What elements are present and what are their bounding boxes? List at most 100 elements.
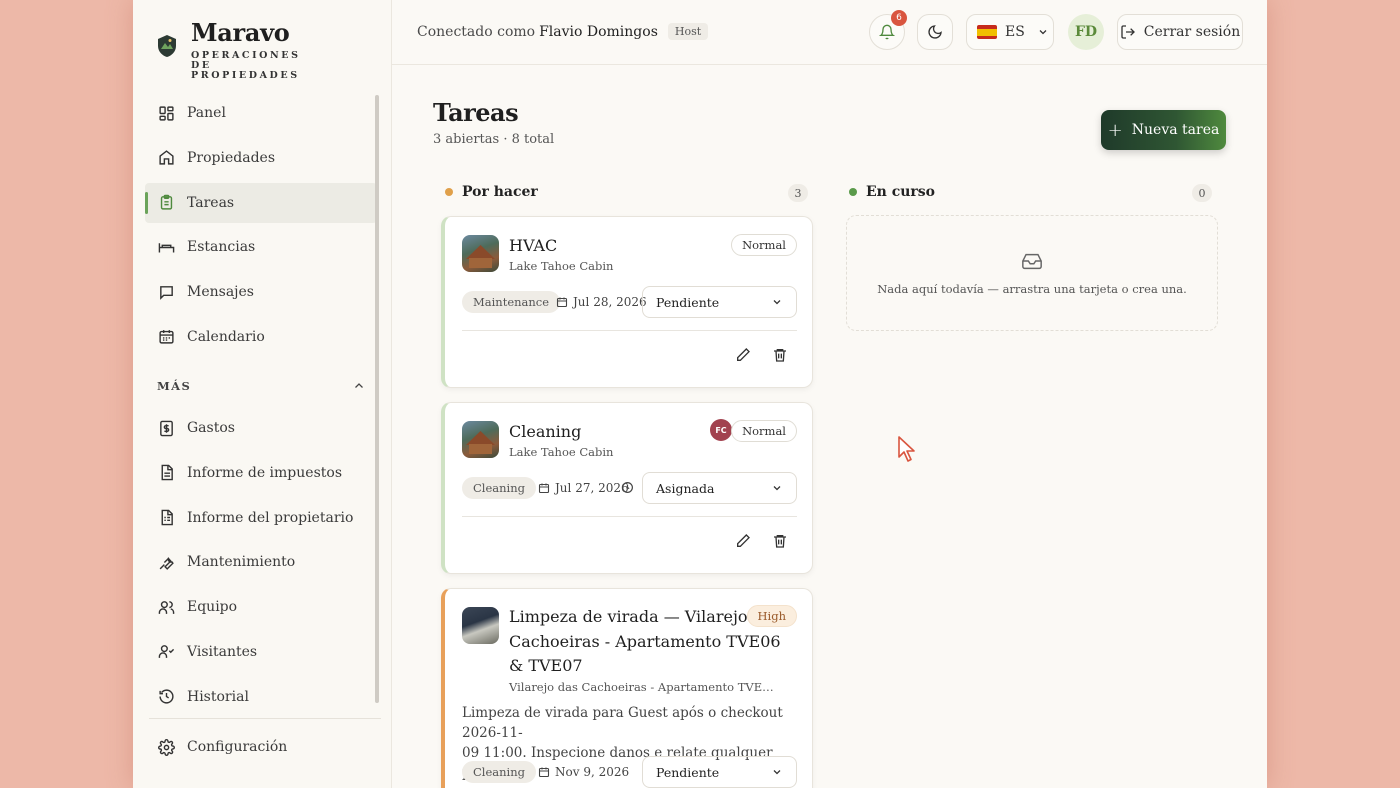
sidebar-item-calendar[interactable]: Calendario (145, 317, 377, 357)
task-card[interactable]: Limpeza de virada — Vilarejo das Cachoei… (441, 588, 813, 788)
language-code: ES (1005, 24, 1025, 40)
logout-label: Cerrar sesión (1143, 24, 1241, 40)
sidebar-item-label: Gastos (187, 420, 235, 436)
mouse-cursor-icon (898, 436, 915, 462)
property-thumbnail (462, 421, 499, 458)
empty-column-dropzone[interactable]: Nada aquí todavía — arrastra una tarjeta… (846, 215, 1218, 331)
brand[interactable]: Maravo OPERACIONES DE PROPIEDADES (157, 20, 311, 81)
top-bar: Conectado como Flavio Domingos Host 6 ES… (392, 0, 1267, 65)
clipboard-icon (157, 194, 175, 212)
sidebar-item-label: Calendario (187, 328, 265, 345)
more-nav: Gastos Informe de impuestos Informe del … (145, 408, 377, 722)
notifications-button[interactable]: 6 (869, 10, 907, 50)
clock-icon (621, 481, 634, 494)
due-date-text: Jul 28, 2026 (573, 295, 647, 309)
task-title: Cleaning (509, 422, 582, 441)
sidebar-item-label: Informe del propietario (187, 509, 354, 526)
status-select[interactable]: Pendiente (642, 286, 797, 318)
more-section-toggle[interactable]: MÁS (157, 379, 365, 393)
status-dot (445, 188, 453, 196)
page-title: Tareas (433, 98, 519, 127)
status-select[interactable]: Asignada (642, 472, 797, 504)
chevron-down-icon (773, 770, 781, 775)
due-date: Nov 9, 2026 (538, 765, 629, 779)
notification-count-badge: 6 (891, 10, 907, 26)
sidebar-item-team[interactable]: Equipo (145, 587, 377, 627)
grid-icon (157, 104, 175, 122)
sidebar-item-panel[interactable]: Panel (145, 93, 377, 133)
users-icon (157, 598, 175, 616)
chevron-down-icon (773, 486, 781, 491)
new-task-button[interactable]: + Nueva tarea (1101, 110, 1226, 150)
sidebar-item-maintenance[interactable]: Mantenimiento (145, 542, 377, 582)
property-thumbnail (462, 235, 499, 272)
settings-nav: Configuración (145, 727, 377, 772)
delete-button[interactable] (772, 347, 788, 363)
logout-icon (1120, 24, 1136, 40)
sidebar-item-expenses[interactable]: Gastos (145, 408, 377, 448)
assignee-avatar[interactable]: FC (710, 419, 732, 441)
calendar-icon (538, 766, 550, 778)
due-date-text: Jul 27, 2026 (555, 481, 629, 495)
bed-icon (157, 238, 175, 256)
sidebar-item-settings[interactable]: Configuración (145, 727, 377, 767)
status-select[interactable]: Pendiente (642, 756, 797, 788)
plus-icon: + (1107, 119, 1123, 141)
sidebar-item-label: Panel (187, 105, 226, 121)
chevron-up-icon (355, 383, 363, 388)
task-title-line: Cachoeiras - Apartamento TVE06 (509, 631, 781, 651)
sidebar-scrollbar[interactable] (375, 95, 379, 703)
moon-icon (928, 25, 942, 39)
due-date-text: Nov 9, 2026 (555, 765, 630, 779)
property-thumbnail (462, 607, 499, 644)
message-icon (157, 283, 175, 301)
card-divider (462, 516, 797, 517)
bell-icon (879, 24, 895, 40)
wrench-icon (157, 553, 175, 571)
sidebar-item-stays[interactable]: Estancias (145, 227, 377, 267)
gear-icon (157, 738, 175, 756)
app-window: Maravo OPERACIONES DE PROPIEDADES Panel … (133, 0, 1267, 788)
task-card[interactable]: Cleaning Lake Tahoe Cabin FC Normal Clea… (441, 402, 813, 574)
home-icon (157, 149, 175, 167)
sidebar-item-label: Visitantes (187, 643, 258, 660)
sidebar-item-owner-report[interactable]: Informe del propietario (145, 498, 377, 538)
main-nav: Panel Propiedades Tareas Estancias Mensa… (145, 93, 377, 362)
pencil-icon (737, 348, 750, 361)
task-title-line: Limpeza de virada — Vilarejo das (509, 607, 781, 626)
status-dot (849, 188, 857, 196)
due-date: Jul 28, 2026 (556, 295, 647, 309)
language-selector[interactable]: ES (966, 14, 1054, 50)
column-title: En curso (866, 184, 936, 200)
description-line: Limpeza de virada para Guest após o chec… (462, 705, 783, 741)
logout-button[interactable]: Cerrar sesión (1117, 14, 1243, 50)
category-tag: Maintenance (462, 291, 561, 313)
sidebar-item-visitors[interactable]: Visitantes (145, 632, 377, 672)
sidebar-item-tax-report[interactable]: Informe de impuestos (145, 453, 377, 493)
sidebar-item-properties[interactable]: Propiedades (145, 138, 377, 178)
calendar-icon (538, 482, 550, 494)
brand-subtitle: OPERACIONES DE PROPIEDADES (191, 50, 301, 81)
status-value: Pendiente (656, 294, 720, 310)
column-count: 3 (788, 184, 808, 202)
sidebar-item-history[interactable]: Historial (145, 677, 377, 717)
connected-prefix: Conectado como (417, 23, 536, 40)
edit-button[interactable] (735, 347, 751, 363)
role-badge: Host (667, 23, 709, 40)
sidebar-item-label: Tareas (187, 194, 235, 211)
sidebar-item-messages[interactable]: Mensajes (145, 272, 377, 312)
priority-badge: Normal (731, 234, 797, 256)
history-icon (157, 688, 175, 706)
edit-button[interactable] (735, 533, 751, 549)
status-value: Pendiente (656, 764, 720, 780)
category-tag: Cleaning (462, 761, 536, 783)
task-location: Vilarejo das Cachoeiras - Apartamento TV… (509, 680, 774, 694)
user-avatar[interactable]: FD (1068, 14, 1104, 50)
column-header-todo: Por hacer (445, 184, 538, 200)
task-card[interactable]: HVAC Lake Tahoe Cabin Normal Maintenance… (441, 216, 813, 388)
sidebar-item-tasks[interactable]: Tareas (145, 182, 377, 223)
trash-icon (774, 349, 786, 362)
sidebar-item-label: Equipo (187, 599, 238, 616)
delete-button[interactable] (772, 533, 788, 549)
theme-toggle-button[interactable] (917, 14, 953, 50)
